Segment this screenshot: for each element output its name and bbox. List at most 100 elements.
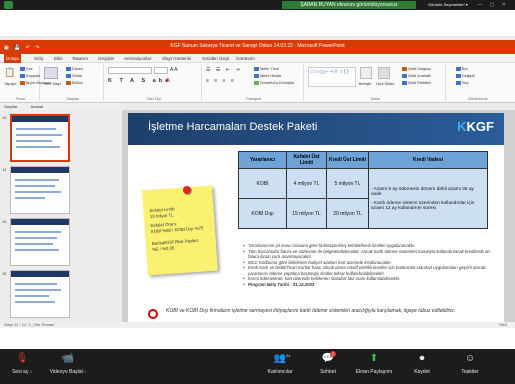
font-grow-shrink[interactable]: A A xyxy=(170,67,178,73)
reactions-button[interactable]: ☺ Tepkiler xyxy=(448,352,492,375)
chevron-up-icon[interactable]: ˄ xyxy=(83,369,86,374)
table-cell: 15 milyon TL xyxy=(286,198,327,229)
ribbon: 📋 Yapıştır Kes Kopyala Biçim Boyacısı Pa… xyxy=(0,63,515,103)
quick-styles-button[interactable]: Hızlı Stiller xyxy=(376,82,394,86)
text-direction-label: Metin Yönü xyxy=(260,67,280,71)
slide-editor: İşletme Harcamaları Destek Paketi KKGF Y… xyxy=(122,110,515,322)
chevron-up-icon[interactable]: ˄ xyxy=(28,369,32,374)
font-name-select[interactable] xyxy=(108,67,152,74)
arrange-icon[interactable] xyxy=(360,67,372,79)
table-header: Kefalet Üst Limiti xyxy=(286,151,327,169)
cut-button[interactable]: Kes xyxy=(20,67,33,71)
current-slide[interactable]: İşletme Harcamaları Destek Paketi KKGF Y… xyxy=(128,113,504,322)
kgf-logo: KKGF xyxy=(457,119,494,134)
paragraph-label: Paragraf xyxy=(246,97,261,101)
layout-button[interactable]: Düzen xyxy=(66,67,83,71)
find-button[interactable]: Bul xyxy=(456,67,468,71)
tab-review[interactable]: Gözden Geçir xyxy=(200,54,232,63)
ppt-title-bar: ▣ 💾 ↶ ↷ KGF Sunum Sakarya Ticaret ve San… xyxy=(0,40,515,54)
tab-design[interactable]: Tasarım xyxy=(70,54,90,63)
new-slide-icon[interactable] xyxy=(44,67,58,79)
thumbnail-row: 16 xyxy=(2,270,118,320)
tab-transitions[interactable]: Geçişler xyxy=(96,54,117,63)
drawing-label: Çizim xyxy=(370,97,381,101)
bullet-item: Tüm harcamalar fatura ve sözleşme ile be… xyxy=(243,249,501,260)
share-banner: ŞABAN BUYAN ekranını görüntülüyorsunuz xyxy=(282,1,416,9)
record-button[interactable]: ⏺ Kaydet xyxy=(400,352,444,375)
align-buttons[interactable]: ≡ ≡ ≡ ≡ xyxy=(206,78,236,84)
shape-effects-label: Şekil Efektleri xyxy=(408,81,432,85)
slide-thumbnail[interactable] xyxy=(10,218,70,266)
slide-thumbnail[interactable] xyxy=(10,166,70,214)
tab-slides[interactable]: Slaytlar xyxy=(4,104,17,109)
section-button[interactable]: Bölüm xyxy=(66,81,83,85)
list-buttons[interactable]: ☰ ☰ ⇤ ⇥ xyxy=(206,67,242,73)
thumb-number: 14 xyxy=(2,167,7,172)
font-color-button[interactable]: A xyxy=(166,78,170,84)
drawing-group: ▭○◁△⌐ ⇨⇧ ☆{ } Yerleştir Hızlı Stiller Şe… xyxy=(306,65,446,101)
shapes-gallery[interactable]: ▭○◁△⌐ ⇨⇧ ☆{ } xyxy=(308,67,356,87)
shape-outline-button[interactable]: Şekil Anahattı xyxy=(402,74,431,78)
participants-count: 54 xyxy=(286,353,291,358)
tab-slideshow[interactable]: Slayt Gösterisi xyxy=(160,54,193,63)
target-icon xyxy=(148,309,158,319)
select-label: Seç xyxy=(462,81,469,85)
reactions-icon: ☺ xyxy=(464,353,476,364)
window-controls[interactable]: — ▢ ✕ xyxy=(477,0,509,10)
sticky-note: Kefalet Limiti: 10 milyar TL Kefalet Ora… xyxy=(142,185,218,276)
view-options-button[interactable]: Görüntü Seçenekleri ▾ xyxy=(420,1,476,9)
video-off-icon: 📹 xyxy=(61,353,75,364)
zoom-level[interactable]: %64 xyxy=(499,322,507,328)
bullet-item: Program Bitiş Tarihi : 31.12.2023 xyxy=(243,282,501,288)
push-pin-icon xyxy=(183,186,191,194)
smartart-button[interactable]: SmartArt'a Dönüştür xyxy=(254,81,294,85)
muted-mic-icon: 🎙 xyxy=(15,353,29,364)
slides-group: Yeni Slayt Düzen Sıfırla Bölüm Slaytlar xyxy=(42,65,104,101)
unmute-button[interactable]: 🎙 Sesi aç ˄ xyxy=(0,352,44,375)
new-slide-button[interactable]: Yeni Slayt xyxy=(44,82,61,86)
share-screen-icon: ⬆ xyxy=(369,353,379,364)
arrange-button[interactable]: Yerleştir xyxy=(358,82,372,86)
unmute-label: Sesi aç xyxy=(12,369,29,375)
tab-view[interactable]: Görünüm xyxy=(234,54,257,63)
shape-effects-button[interactable]: Şekil Efektleri xyxy=(402,81,431,85)
font-style-buttons[interactable]: K T A S abe xyxy=(108,78,171,84)
paste-button[interactable]: Yapıştır xyxy=(4,82,17,86)
thumb-number: 16 xyxy=(2,271,7,276)
select-button[interactable]: Seç xyxy=(456,81,469,85)
meeting-top-bar: ŞABAN BUYAN ekranını görüntülüyorsunuz G… xyxy=(0,0,515,10)
participants-button[interactable]: 👥 54 Katılımcılar xyxy=(258,352,302,375)
font-size-select[interactable] xyxy=(154,67,168,74)
align-text-label: Metni Hizala xyxy=(260,74,281,78)
start-video-button[interactable]: 📹 Videoyu Başlat ˄ xyxy=(46,352,90,375)
reset-button[interactable]: Sıfırla xyxy=(66,74,82,78)
copy-button[interactable]: Kopyala xyxy=(20,74,40,78)
paste-icon[interactable]: 📋 xyxy=(4,67,15,78)
slide-thumbnail[interactable] xyxy=(10,114,70,162)
tab-home[interactable]: Giriş xyxy=(32,54,45,63)
chat-button[interactable]: 💬 1 Sohbet xyxy=(306,351,350,375)
tab-animations[interactable]: Animasyonlar xyxy=(122,54,153,63)
replace-button[interactable]: Değiştir xyxy=(456,74,475,78)
panel-tabs: Slaytlar Anahat xyxy=(0,103,120,110)
align-text-button[interactable]: Metni Hizala xyxy=(254,74,281,78)
tab-insert[interactable]: Ekle xyxy=(52,54,65,63)
thumb-number: 13 xyxy=(2,115,7,120)
tab-outline[interactable]: Anahat xyxy=(30,104,43,109)
quick-access-toolbar[interactable]: ▣ 💾 ↶ ↷ xyxy=(4,42,42,54)
shape-fill-button[interactable]: Şekil Dolgusu xyxy=(402,67,431,71)
record-label: Kaydet xyxy=(414,369,430,375)
text-direction-button[interactable]: Metin Yönü xyxy=(254,67,279,71)
slide-header: İşletme Harcamaları Destek Paketi KKGF xyxy=(128,113,504,145)
tab-file[interactable]: Dosya xyxy=(4,54,21,63)
font-group: A A K T A S abe A Yazı Tipi xyxy=(106,65,202,101)
share-screen-button[interactable]: ⬆ Ekran Paylaşımı xyxy=(352,352,396,375)
quick-styles-icon[interactable] xyxy=(378,67,390,79)
slide-thumbnail[interactable] xyxy=(10,270,70,318)
replace-label: Değiştir xyxy=(462,74,475,78)
table-header: Kredi Vadesi xyxy=(368,151,488,169)
slides-label: Slaytlar xyxy=(66,97,79,101)
participants-label: Katılımcılar xyxy=(267,369,293,375)
security-shield-icon[interactable] xyxy=(4,1,13,9)
table-cell: 5 milyon TL xyxy=(326,168,369,199)
